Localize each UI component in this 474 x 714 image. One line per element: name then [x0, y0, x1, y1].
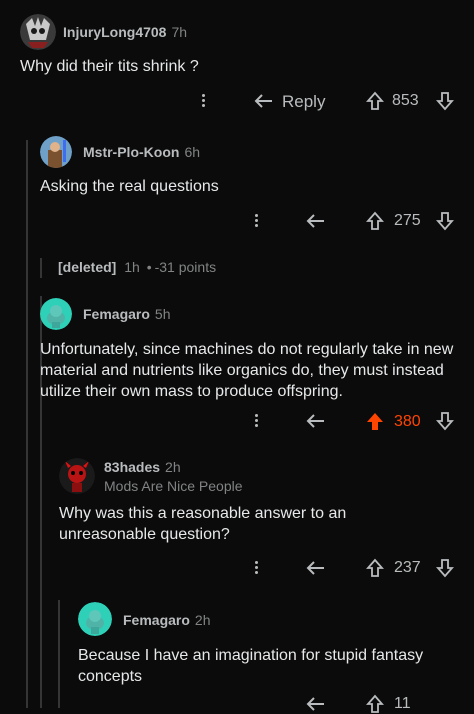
upvote-icon[interactable] [366, 91, 384, 111]
downvote-icon[interactable] [436, 91, 454, 111]
timestamp: 7h [171, 24, 188, 40]
username[interactable]: Femagaro 2h [123, 612, 211, 628]
username[interactable]: 83hades 2h [104, 459, 181, 475]
username-text[interactable]: 83hades [104, 459, 160, 475]
username[interactable]: Mstr-Plo-Koon 6h [83, 144, 200, 160]
avatar[interactable] [59, 458, 95, 494]
timestamp: 2h [194, 612, 211, 628]
username[interactable]: Femagaro 5h [83, 306, 171, 322]
points: -31 points [154, 259, 217, 275]
timestamp: 2h [165, 459, 181, 475]
reply-icon[interactable] [306, 696, 326, 712]
reply-icon[interactable] [306, 560, 326, 576]
downvote-icon[interactable] [436, 558, 454, 578]
upvote-icon[interactable] [366, 211, 384, 231]
timestamp: 5h [154, 306, 171, 322]
comment-body: Why did their tits shrink ? [20, 58, 199, 75]
thread-line[interactable] [40, 258, 42, 278]
downvote-icon[interactable] [436, 411, 454, 431]
username-text[interactable]: Mstr-Plo-Koon [83, 144, 179, 160]
vote-count: 853 [392, 92, 419, 109]
reply-icon[interactable] [306, 413, 326, 429]
reply-button[interactable]: Reply [282, 92, 325, 112]
timestamp: 1h [124, 259, 140, 275]
more-options-icon[interactable] [255, 559, 259, 576]
separator-dot: • [146, 259, 152, 275]
username[interactable]: InjuryLong4708 7h [63, 24, 187, 40]
reply-icon[interactable] [306, 213, 326, 229]
avatar[interactable] [40, 298, 72, 330]
comment-body: Why was this a reasonable answer to an u… [59, 505, 347, 543]
vote-count: 237 [394, 559, 421, 576]
upvote-icon[interactable] [366, 558, 384, 578]
vote-count: 11 [394, 695, 411, 712]
reply-icon[interactable] [254, 93, 274, 109]
avatar-icon [20, 14, 56, 50]
vote-count: 380 [394, 413, 421, 430]
thread-line[interactable] [26, 140, 28, 708]
avatar-icon [40, 136, 72, 168]
avatar-icon [59, 458, 95, 494]
more-options-icon[interactable] [255, 412, 259, 429]
more-options-icon[interactable] [202, 92, 206, 109]
avatar[interactable] [20, 14, 56, 50]
vote-count: 275 [394, 212, 421, 229]
more-options-icon[interactable] [255, 212, 259, 229]
upvote-icon-active[interactable] [366, 411, 384, 431]
snoo-avatar-icon [78, 602, 112, 636]
snoo-avatar-icon [40, 298, 72, 330]
avatar[interactable] [40, 136, 72, 168]
user-flair: Mods Are Nice People [104, 478, 243, 494]
username-text[interactable]: Femagaro [123, 612, 190, 628]
username-text[interactable]: Femagaro [83, 306, 150, 322]
avatar[interactable] [78, 602, 112, 636]
thread-line[interactable] [40, 458, 42, 708]
comment-body: Asking the real questions [40, 178, 219, 195]
thread-line[interactable] [58, 600, 60, 708]
deleted-line[interactable]: [deleted] 1h • -31 points [58, 259, 216, 275]
username-text[interactable]: InjuryLong4708 [63, 24, 166, 40]
timestamp: 6h [184, 144, 201, 160]
downvote-icon[interactable] [436, 211, 454, 231]
upvote-icon[interactable] [366, 694, 384, 714]
comment-body: Because I have an imagination for stupid… [78, 647, 424, 685]
comment-body: Unfortunately, since machines do not reg… [40, 341, 454, 400]
deleted-username: [deleted] [58, 259, 117, 275]
